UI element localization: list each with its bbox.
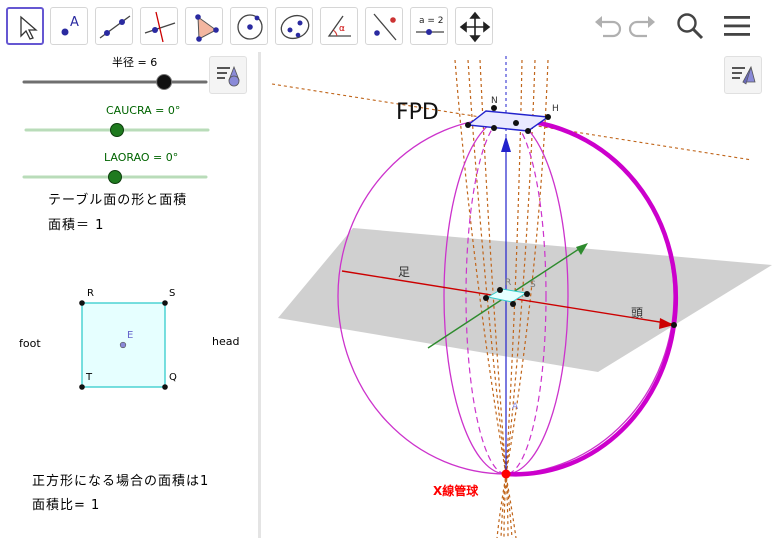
algebra-style-bar-button[interactable]: [209, 56, 247, 94]
cursor-arrow-icon: [20, 15, 38, 40]
undo-button[interactable]: [591, 10, 623, 42]
radius-slider-knob[interactable]: [156, 74, 173, 90]
undo-icon: [595, 16, 622, 38]
laorao-slider-knob[interactable]: [108, 170, 122, 184]
laorao-slider[interactable]: [20, 165, 210, 189]
label-q: Q: [169, 372, 177, 383]
point-q[interactable]: [162, 384, 168, 390]
circle-with-center-icon: [237, 14, 263, 40]
reflect-about-line-icon: [373, 13, 397, 41]
move-view-icon: [459, 11, 491, 43]
graphics-3d-view[interactable]: FPD N H 足 頭 R S A X線管球: [261, 52, 772, 538]
head-end-point[interactable]: [671, 322, 677, 328]
laorao-slider-label: LAORAO = 0°: [104, 151, 179, 164]
point-r[interactable]: [79, 300, 85, 306]
z-arrow-icon: [501, 136, 511, 152]
fpd-label: FPD: [396, 100, 439, 125]
foot-direction-label: 足: [398, 265, 411, 279]
svg-text:a = 2: a = 2: [419, 16, 444, 26]
caucra-slider[interactable]: [22, 118, 212, 142]
perpendicular-line-icon: [144, 11, 176, 43]
caucra-slider-knob[interactable]: [110, 123, 124, 137]
style-bar-icon: [732, 65, 756, 85]
svg-text:α: α: [339, 24, 345, 34]
label-s-3d: S: [530, 280, 536, 290]
table-shape-title: テーブル面の形と面積: [48, 193, 188, 208]
style-bar-icon: [217, 65, 240, 87]
redo-button[interactable]: [627, 10, 659, 42]
label-r-3d: R: [505, 278, 512, 288]
search-icon: [677, 13, 704, 40]
graphics-3d-canvas[interactable]: [261, 52, 772, 538]
square-case-text: 正方形になる場合の面積は1: [32, 474, 210, 489]
xray-source-point[interactable]: [501, 469, 511, 479]
slider-icon: a = 2: [416, 16, 444, 35]
menu-icon: [724, 16, 750, 36]
slider-tool[interactable]: a = 2: [410, 7, 448, 45]
move-graphics-view-tool[interactable]: [455, 7, 493, 45]
caucra-slider-label: CAUCRA = 0°: [106, 104, 181, 117]
label-head: head: [212, 335, 240, 348]
label-h: H: [552, 104, 559, 114]
line-through-two-points-icon: [99, 15, 131, 39]
point-icon: A: [61, 15, 79, 36]
radius-slider-label: 半径 = 6: [112, 56, 158, 69]
point-tool[interactable]: A: [50, 7, 88, 45]
label-r: R: [87, 288, 94, 299]
algebra-view: 半径 = 6 CAUCRA = 0° LAORAO = 0° テーブル面の形と面…: [0, 52, 258, 538]
fpd-detector[interactable]: [466, 110, 550, 132]
perpendicular-line-tool[interactable]: [140, 7, 178, 45]
label-a-3d: A: [512, 402, 519, 412]
label-s: S: [169, 288, 176, 299]
label-n: N: [491, 96, 498, 106]
line-tool[interactable]: [95, 7, 133, 45]
redo-icon: [628, 16, 655, 38]
ellipse-tool[interactable]: [275, 7, 313, 45]
move-tool[interactable]: [6, 7, 44, 45]
ellipse-icon: [280, 14, 310, 40]
svg-text:A: A: [70, 15, 79, 30]
label-e: E: [127, 330, 134, 341]
xray-tube-label: X線管球: [433, 484, 479, 498]
label-foot: foot: [19, 337, 41, 350]
label-t: T: [86, 372, 93, 383]
graphics-style-bar-button[interactable]: [724, 56, 762, 94]
area-text: 面積＝ 1: [48, 218, 105, 233]
polygon-tool[interactable]: [185, 7, 223, 45]
toolbar: A α a = 2: [0, 0, 772, 53]
point-s[interactable]: [162, 300, 168, 306]
circle-tool[interactable]: [230, 7, 268, 45]
search-button[interactable]: [674, 10, 706, 42]
radius-slider[interactable]: [20, 70, 210, 94]
polygon-icon: [195, 14, 219, 42]
angle-tool[interactable]: α: [320, 7, 358, 45]
reflect-tool[interactable]: [365, 7, 403, 45]
point-e[interactable]: [119, 341, 127, 349]
menu-button[interactable]: [721, 10, 753, 42]
point-t[interactable]: [79, 384, 85, 390]
angle-icon: α: [327, 15, 351, 37]
area-ratio-text: 面積比= 1: [32, 498, 101, 513]
head-direction-label: 頭: [631, 306, 644, 320]
